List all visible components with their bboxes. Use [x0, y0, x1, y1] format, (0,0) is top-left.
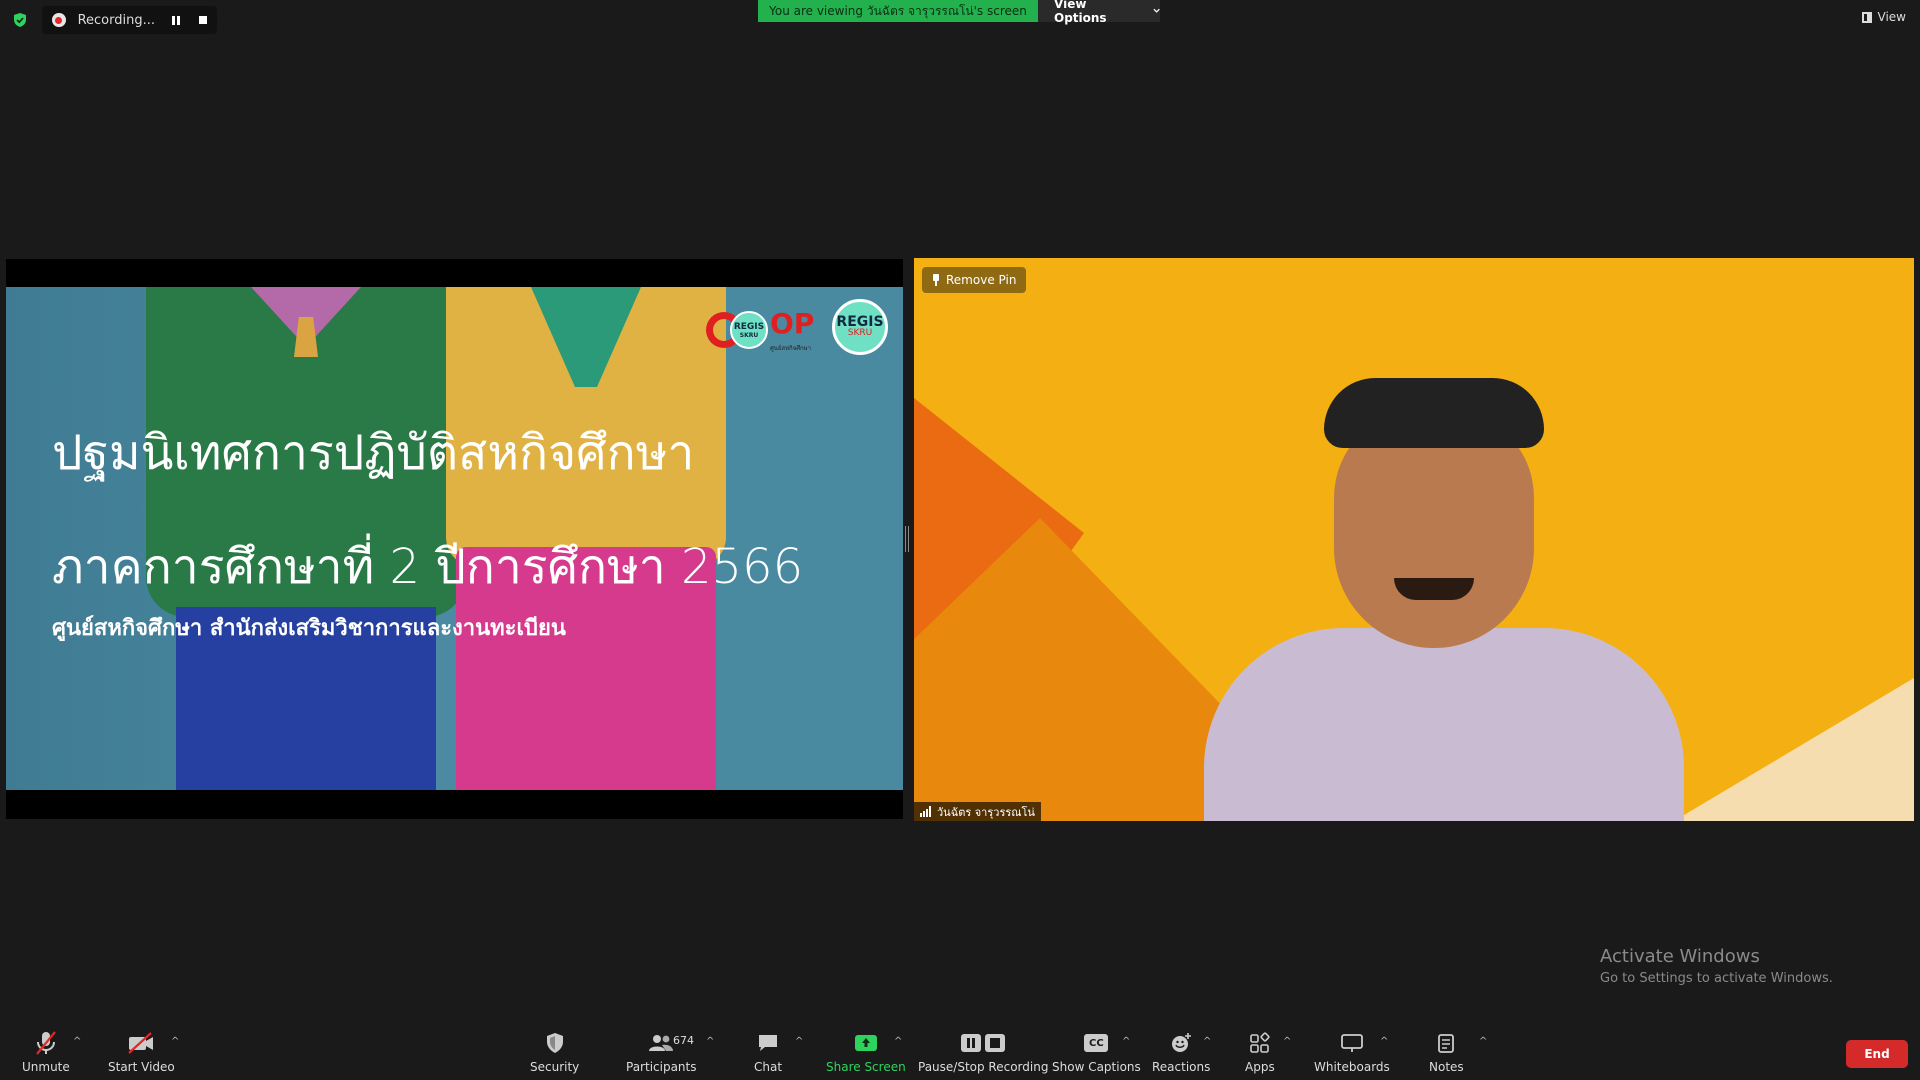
audio-options-caret[interactable]: ^: [73, 1036, 81, 1047]
mic-muted-icon: [36, 1031, 56, 1055]
slide-title-line2: ภาคการศึกษาที่ 2 ปีการศึกษา 2566: [52, 539, 804, 595]
view-button[interactable]: View: [1861, 10, 1906, 24]
chat-options-caret[interactable]: ^: [795, 1036, 803, 1047]
participants-options-caret[interactable]: ^: [706, 1036, 714, 1047]
signal-icon: [920, 806, 931, 817]
whiteboard-icon: [1340, 1034, 1363, 1052]
reactions-options-caret[interactable]: ^: [1203, 1036, 1211, 1047]
recording-indicator: Recording...: [42, 6, 217, 34]
shared-screen[interactable]: ปฐมนิเทศการปฏิบัติสหกิจศึกษา ภาคการศึกษา…: [6, 259, 903, 819]
pause-icon: [172, 15, 181, 25]
recording-label: Recording...: [77, 12, 155, 28]
shield-icon[interactable]: [12, 12, 28, 28]
unmute-button[interactable]: Unmute: [22, 1030, 70, 1074]
view-options-label: View Options: [1054, 0, 1107, 25]
reactions-icon: [1172, 1033, 1192, 1052]
participant-name: วันฉัตร จารุวรรณโน่: [937, 805, 1035, 819]
participants-icon: [649, 1035, 674, 1051]
coop-logo: REGIS SKRU OP ศูนย์สหกิจศึกษา: [706, 305, 822, 355]
pause-stop-recording-button[interactable]: Pause/Stop Recording: [918, 1030, 1048, 1074]
activate-windows-watermark: Activate Windows Go to Settings to activ…: [1600, 946, 1833, 986]
captions-icon: CC: [1084, 1034, 1109, 1052]
apps-icon: [1250, 1032, 1270, 1053]
slide-title-line1: ปฐมนิเทศการปฏิบัติสหกิจศึกษา: [52, 425, 695, 481]
activate-windows-subtitle: Go to Settings to activate Windows.: [1600, 971, 1833, 986]
view-layout-icon: [1861, 11, 1872, 23]
video-options-caret[interactable]: ^: [171, 1036, 179, 1047]
presentation-slide: ปฐมนิเทศการปฏิบัติสหกิจศึกษา ภาคการศึกษา…: [6, 287, 903, 790]
activate-windows-title: Activate Windows: [1600, 946, 1760, 967]
stop-recording-button[interactable]: [190, 9, 217, 31]
security-button[interactable]: Security: [530, 1030, 579, 1074]
participants-label: Participants: [626, 1060, 697, 1074]
start-video-label: Start Video: [108, 1060, 175, 1074]
whiteboards-label: Whiteboards: [1314, 1060, 1390, 1074]
unmute-label: Unmute: [22, 1060, 70, 1074]
notes-label: Notes: [1429, 1060, 1464, 1074]
end-meeting-button[interactable]: End: [1846, 1040, 1908, 1068]
reactions-label: Reactions: [1152, 1060, 1211, 1074]
chat-button[interactable]: Chat: [754, 1030, 782, 1074]
participant-name-tag: วันฉัตร จารุวรรณโน่: [914, 802, 1041, 821]
whiteboards-button[interactable]: Whiteboards: [1314, 1030, 1390, 1074]
regis-logo: REGIS SKRU: [832, 299, 888, 355]
remove-pin-label: Remove Pin: [946, 273, 1017, 287]
apps-options-caret[interactable]: ^: [1283, 1036, 1291, 1047]
chevron-down-icon: [1153, 8, 1160, 13]
notes-options-caret[interactable]: ^: [1479, 1036, 1487, 1047]
reactions-button[interactable]: Reactions: [1152, 1030, 1210, 1074]
viewing-banner: You are viewing วันฉัตร จารุวรรณโน่'s sc…: [758, 0, 1038, 22]
record-icon: [52, 13, 66, 27]
pin-icon: [932, 274, 940, 286]
share-screen-icon: [854, 1035, 877, 1051]
participant-video[interactable]: [914, 258, 1914, 821]
notes-icon: [1438, 1034, 1455, 1053]
remove-pin-button[interactable]: Remove Pin: [922, 267, 1027, 293]
chat-label: Chat: [754, 1060, 783, 1074]
pause-recording-button[interactable]: [163, 9, 190, 31]
share-options-caret[interactable]: ^: [894, 1036, 902, 1047]
participant-count-badge: 674: [673, 1034, 694, 1047]
video-off-icon: [128, 1032, 154, 1054]
security-shield-icon: [546, 1033, 563, 1053]
slide-subtitle: ศูนย์สหกิจศึกษา สำนักส่งเสริมวิชาการและง…: [52, 616, 566, 641]
split-resize-handle[interactable]: [905, 526, 909, 552]
participant-video-feed: [1204, 378, 1684, 821]
whiteboards-options-caret[interactable]: ^: [1380, 1036, 1388, 1047]
apps-label: Apps: [1245, 1060, 1275, 1074]
apps-button[interactable]: Apps: [1245, 1030, 1275, 1074]
captions-options-caret[interactable]: ^: [1122, 1036, 1130, 1047]
show-captions-label: Show Captions: [1052, 1060, 1141, 1074]
view-options-button[interactable]: View Options: [1038, 0, 1160, 25]
start-video-button[interactable]: Start Video: [108, 1030, 175, 1074]
stop-icon: [199, 16, 208, 24]
security-label: Security: [530, 1060, 580, 1074]
pause-stop-recording-label: Pause/Stop Recording: [918, 1060, 1049, 1074]
notes-button[interactable]: Notes: [1429, 1030, 1464, 1074]
pause-stop-recording-icon: [961, 1034, 1006, 1052]
chat-icon: [759, 1035, 778, 1051]
share-screen-label: Share Screen: [826, 1060, 906, 1074]
view-label: View: [1877, 10, 1906, 24]
